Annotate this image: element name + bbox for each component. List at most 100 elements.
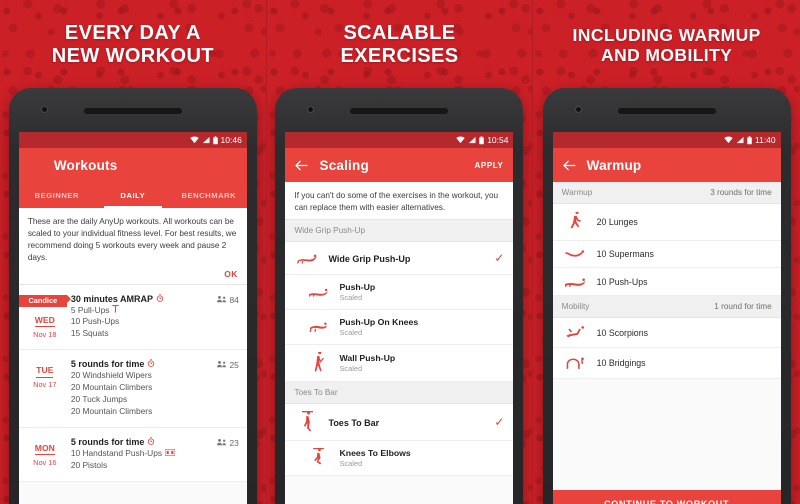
- list-item[interactable]: 20 Lunges: [552, 204, 781, 241]
- list-item[interactable]: 10 Scorpions: [552, 318, 781, 348]
- app-bar-warmup: Warmup: [552, 148, 781, 182]
- list-item[interactable]: Push-Up On Knees Scaled: [285, 309, 514, 345]
- status-bar-3: 11:40: [552, 132, 781, 148]
- app-bar-scaling: Scaling APPLY: [285, 148, 514, 182]
- app-bar-title: Warmup: [586, 157, 642, 173]
- phone-mockup-3: 11:40 Warmup Warmup 3 rounds for time 20…: [542, 88, 791, 504]
- workout-list-scroll[interactable]: These are the daily AnyUp workouts. All …: [18, 208, 247, 504]
- section-header-mobility: Mobility 1 round for time: [552, 296, 781, 318]
- tab-benchmark[interactable]: BENCHMARK: [171, 182, 247, 208]
- app-bar-title: Workouts: [53, 157, 118, 173]
- wide-grip-pushup-icon: [294, 251, 320, 264]
- workout-month-day: Nov 17: [33, 380, 57, 390]
- battery-icon: [212, 135, 218, 145]
- workout-move: 20 Windshield Wipers: [70, 370, 152, 381]
- equipment-icon: [164, 448, 176, 460]
- workout-title: 5 rounds for time: [70, 437, 145, 448]
- cellular-signal-icon: [202, 136, 210, 144]
- panel-scalable-exercises: SCALABLE EXERCISES 10:54 Scaling APPLY I…: [266, 0, 534, 504]
- exercise-name: 10 Supermans: [596, 249, 654, 259]
- section-title: Mobility: [561, 302, 590, 311]
- lunge-icon: [562, 212, 588, 232]
- continue-to-workout-button[interactable]: CONTINUE TO WORKOUT: [552, 490, 781, 504]
- scorpion-icon: [562, 326, 588, 339]
- workout-badge: Candice: [18, 294, 71, 307]
- exercise-name: 10 Bridgings: [596, 358, 646, 368]
- workout-body: 5 rounds for time 10 Handstand Push-Ups: [71, 437, 217, 472]
- section-header-wide-grip-push-up: Wide Grip Push-Up: [285, 219, 514, 242]
- wall-pushup-icon: [305, 351, 331, 374]
- promo-banner: EVERY DAY A NEW WORKOUT 10:46 Workouts B…: [0, 0, 800, 504]
- section-title: Warmup: [561, 188, 593, 197]
- list-item[interactable]: Wall Push-Up Scaled: [285, 344, 514, 382]
- warmup-list-scroll[interactable]: Warmup 3 rounds for time 20 Lunges 10 Su…: [552, 182, 781, 490]
- workout-move: 20 Pistols: [70, 459, 108, 470]
- back-arrow-icon[interactable]: [562, 160, 576, 171]
- exercise-name: Push-Up: [339, 281, 376, 292]
- pullup-bar-icon: [112, 304, 120, 317]
- workout-month-day: Nov 16: [33, 458, 57, 468]
- list-item[interactable]: Toes To Bar ✓: [285, 403, 514, 441]
- status-bar-1: 10:46: [18, 132, 247, 148]
- tab-bar: BEGINNER DAILY BENCHMARK: [18, 182, 247, 208]
- list-item[interactable]: Push-Up Scaled: [285, 274, 514, 310]
- status-time: 10:54: [487, 135, 509, 145]
- exercise-name: Wide Grip Push-Up: [328, 253, 411, 264]
- status-time: 10:46: [220, 135, 242, 145]
- phone-screen-1: 10:46 Workouts BEGINNER DAILY BENCHMARK: [18, 132, 247, 504]
- exercise-name: Knees To Elbows: [339, 447, 411, 458]
- front-camera-icon: [40, 106, 48, 113]
- earpiece-speaker: [350, 108, 449, 114]
- table-row[interactable]: TUE Nov 17 5 rounds for time 20 Windshie…: [18, 350, 247, 429]
- workout-move: 20 Tuck Jumps: [70, 394, 128, 405]
- table-row[interactable]: Candice WED Nov 18 30 minutes AMRAP 5 Pu…: [18, 285, 247, 351]
- list-item[interactable]: 10 Supermans: [552, 241, 781, 268]
- workout-move: 20 Mountain Climbers: [70, 406, 153, 417]
- people-icon: [217, 360, 227, 370]
- stopwatch-icon: [147, 437, 155, 447]
- stopwatch-icon: [156, 293, 164, 304]
- status-time: 11:40: [755, 135, 776, 145]
- participant-count: 84: [217, 294, 239, 341]
- table-row[interactable]: MON Nov 16 5 rounds for time 10 Handstan…: [18, 428, 247, 482]
- section-title: Toes To Bar: [294, 387, 338, 397]
- tab-beginner[interactable]: BEGINNER: [19, 182, 95, 208]
- list-item[interactable]: 10 Push-Ups: [552, 268, 781, 296]
- count-value: 25: [229, 360, 239, 371]
- people-icon: [217, 295, 227, 305]
- scaling-list-scroll[interactable]: If you can't do some of the exercises in…: [285, 182, 514, 504]
- workout-day: WED: [34, 315, 55, 328]
- back-arrow-icon[interactable]: [295, 160, 309, 171]
- section-meta: 3 rounds for time: [710, 188, 772, 197]
- apply-button[interactable]: APPLY: [475, 161, 504, 170]
- workout-body: 5 rounds for time 20 Windshield Wipers 2…: [71, 359, 217, 418]
- workout-title: 5 rounds for time: [70, 359, 145, 370]
- knees-to-elbows-icon: [305, 447, 331, 468]
- info-card: These are the daily AnyUp workouts. All …: [18, 208, 247, 285]
- exercise-tag: Scaled: [339, 458, 363, 468]
- battery-icon: [747, 135, 752, 145]
- tab-daily[interactable]: DAILY: [95, 182, 171, 208]
- ok-button[interactable]: OK: [28, 269, 238, 279]
- workout-date: Candice WED Nov 18: [18, 294, 71, 341]
- list-item[interactable]: Wide Grip Push-Up ✓: [285, 241, 514, 275]
- exercise-name: 10 Push-Ups: [596, 276, 648, 287]
- list-item[interactable]: 10 Bridgings: [552, 348, 781, 379]
- earpiece-speaker: [617, 108, 716, 114]
- panel-including-warmup-and-mobility: INCLUDING WARMUP AND MOBILITY 11:40 Warm…: [533, 0, 800, 504]
- info-card: If you can't do some of the exercises in…: [285, 182, 514, 220]
- pushup-knees-icon: [305, 321, 331, 333]
- people-icon: [217, 438, 227, 448]
- exercise-tag: Scaled: [339, 363, 363, 373]
- workout-move: 10 Handstand Push-Ups: [70, 448, 163, 459]
- app-bar-workouts: Workouts: [18, 148, 247, 182]
- exercise-tag: Scaled: [339, 327, 363, 337]
- bridging-icon: [562, 356, 588, 370]
- wifi-icon: [724, 136, 733, 144]
- panel-every-day-a-new-workout: EVERY DAY A NEW WORKOUT 10:46 Workouts B…: [0, 0, 267, 504]
- list-item[interactable]: Knees To Elbows Scaled: [285, 440, 514, 476]
- hamburger-icon[interactable]: [29, 162, 43, 169]
- workout-day: TUE: [36, 365, 54, 378]
- toes-to-bar-icon: [294, 410, 320, 433]
- section-header-toes-to-bar: Toes To Bar: [285, 381, 514, 404]
